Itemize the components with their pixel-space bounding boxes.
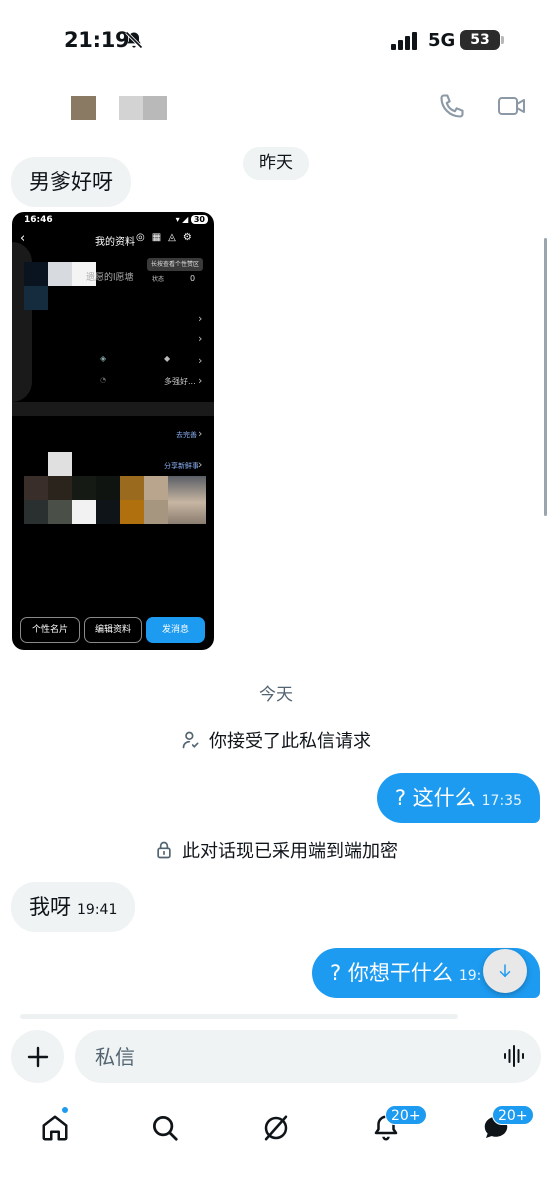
image-button-card: 个性名片 [20, 617, 80, 643]
message-text: ? 你想干什么 [330, 961, 453, 985]
image-link-share: 分享新鲜事 [164, 462, 199, 470]
message-text: 男爹好呀 [29, 170, 113, 194]
image-redacted-block [24, 476, 48, 500]
image-redacted-block [72, 500, 96, 524]
image-redacted-block [120, 476, 144, 500]
grok-slash-icon [264, 1115, 288, 1141]
bottom-navigation: 20+ 20+ [0, 1100, 552, 1160]
image-chevron-icon: › [198, 427, 203, 440]
shared-image[interactable]: 16:46 ▾ ◢ 30 ‹ 我的资料 ◎▦◬⚙ 长按查看个性赞区 状态 0 遗… [12, 212, 214, 650]
image-strong-text: 多强好... [164, 377, 196, 386]
nav-grok[interactable] [256, 1108, 296, 1148]
image-button-edit: 编辑资料 [84, 617, 142, 643]
message-time: 17:35 [481, 793, 522, 809]
person-check-icon [182, 731, 199, 749]
image-link-complete: 去完善 [176, 431, 197, 439]
scroll-to-bottom-button[interactable] [483, 949, 527, 993]
message-time: 19: [458, 968, 482, 984]
image-like-count: 0 [190, 274, 196, 283]
image-redacted-block [144, 500, 168, 524]
image-button-message: 发消息 [146, 617, 205, 643]
image-redacted-block [96, 500, 120, 524]
image-redacted-block [144, 476, 168, 500]
home-unread-dot [61, 1106, 69, 1114]
image-chevron-icon: › [198, 312, 203, 325]
date-separator-yesterday: 昨天 [243, 147, 309, 180]
image-photo-thumbnail [168, 476, 206, 524]
add-attachment-button[interactable] [11, 1030, 64, 1083]
messages-badge: 20+ [492, 1105, 534, 1125]
avatar[interactable] [71, 96, 96, 120]
message-incoming[interactable]: 男爹好呀 [11, 157, 131, 207]
image-status-tag: 状态 [152, 276, 165, 283]
image-redacted-block [48, 262, 72, 286]
system-text: 你接受了此私信请求 [209, 731, 371, 752]
image-small-icon: ◔ [100, 376, 107, 384]
cellular-signal-icon [391, 32, 417, 50]
video-camera-icon[interactable] [497, 94, 527, 118]
image-status-battery: ▾ ◢ 30 [176, 215, 208, 224]
battery-tip [501, 36, 504, 44]
image-toolbar-icons: ◎▦◬⚙ [136, 232, 199, 243]
home-icon [42, 1115, 68, 1141]
image-redacted-block [24, 262, 48, 286]
image-redacted-block [96, 476, 120, 500]
notifications-badge: 20+ [385, 1105, 427, 1125]
message-input[interactable] [75, 1030, 541, 1083]
message-incoming[interactable]: 我呀 19:41 [11, 882, 136, 932]
image-redacted-block [120, 500, 144, 524]
message-text: ? 这什么 [394, 786, 476, 810]
system-message-accepted: 你接受了此私信请求 [0, 727, 552, 753]
battery-indicator: 53 [460, 30, 500, 50]
image-redacted-block [48, 476, 72, 500]
image-tooltip: 长按查看个性赞区 [147, 258, 204, 271]
voice-waveform-icon[interactable] [502, 1044, 526, 1068]
image-shape-icon: ◆ [164, 354, 171, 363]
image-redacted-block [24, 286, 48, 310]
search-icon [153, 1116, 178, 1141]
image-blurred-name: 遗愿的l愿塘 [86, 273, 134, 283]
image-redacted-block [48, 452, 72, 476]
image-divider-band [12, 402, 214, 416]
image-chevron-icon: › [198, 354, 203, 367]
message-text: 我呀 [29, 895, 71, 919]
image-chevron-icon: › [198, 332, 203, 345]
network-type: 5G [428, 30, 456, 51]
bell-slash-icon [125, 31, 143, 49]
image-status-time: 16:46 [24, 215, 53, 225]
message-time: 19:41 [77, 902, 118, 918]
conversation-header [0, 82, 552, 134]
nav-search[interactable] [145, 1108, 185, 1148]
image-chevron-icon: › [198, 458, 203, 471]
contact-name-redacted[interactable] [119, 96, 167, 120]
image-diamond-icon: ◈ [100, 354, 107, 363]
message-outgoing[interactable]: ? 这什么 17:35 [376, 773, 540, 823]
nav-home[interactable] [35, 1108, 75, 1148]
composer-divider [20, 1014, 458, 1019]
image-profile-title: 我的资料 [95, 237, 135, 248]
date-separator-today: 今天 [259, 685, 293, 705]
plus-icon [27, 1046, 48, 1067]
system-message-encrypted: 此对话现已采用端到端加密 [0, 837, 552, 863]
image-chevron-icon: › [198, 374, 203, 387]
status-time: 21:19 [64, 28, 130, 52]
status-bar: 21:19 5G 53 [0, 0, 552, 82]
system-text: 此对话现已采用端到端加密 [182, 841, 398, 862]
phone-icon[interactable] [438, 92, 466, 120]
image-redacted-block [72, 476, 96, 500]
scrollbar-thumb[interactable] [544, 238, 547, 516]
lock-icon [157, 841, 171, 859]
arrow-down-icon [499, 964, 511, 978]
image-redacted-block [48, 500, 72, 524]
image-redacted-block [24, 500, 48, 524]
